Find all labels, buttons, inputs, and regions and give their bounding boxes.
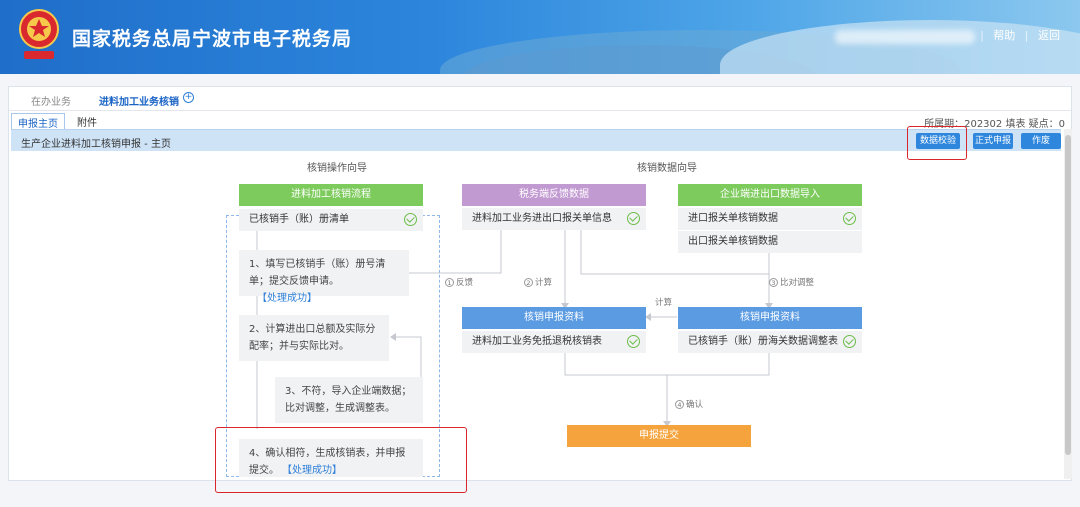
verify-left-row[interactable]: 进料加工业务免抵退税核销表 xyxy=(462,331,646,353)
enterprise-import-header: 企业端进出口数据导入 xyxy=(678,184,862,206)
site-title: 国家税务总局宁波市电子税务局 xyxy=(72,28,353,50)
check-icon xyxy=(404,213,417,226)
check-icon xyxy=(843,212,856,225)
main-panel: 在办业务 进料加工业务核销 + 申报主页 附件 所属期：202302 填表 疑点… xyxy=(8,86,1072,493)
arrow-text: 比对调整 xyxy=(780,278,815,288)
arrow-label-calc2: 计算 xyxy=(655,296,672,308)
check-icon xyxy=(627,335,640,348)
tax-feedback-row[interactable]: 进料加工业务进出口报关单信息 xyxy=(462,208,646,230)
highlight-validate-button xyxy=(907,126,967,160)
step-3[interactable]: 3、不符，导入企业端数据；比对调整，生成调整表。 xyxy=(275,377,423,423)
step-2[interactable]: 2、计算进出口总额及实际分配率；并与实际比对。 xyxy=(239,315,389,361)
list-row-label: 已核销手（账）册清单 xyxy=(249,214,349,225)
step-number: 2 xyxy=(524,278,533,287)
back-link[interactable]: 返回 xyxy=(1038,29,1060,42)
separator: | xyxy=(980,29,984,42)
step-3-text: 3、不符，导入企业端数据；比对调整，生成调整表。 xyxy=(285,386,412,414)
arrow-text: 计算 xyxy=(655,298,673,308)
verify-right-header: 核销申报资料 xyxy=(678,307,862,329)
scrollbar[interactable] xyxy=(1064,129,1072,479)
highlight-step-4 xyxy=(215,427,467,493)
scroll-thumb[interactable] xyxy=(1065,135,1071,455)
export-row-label: 出口报关单核销数据 xyxy=(688,236,778,247)
tax-feedback-label: 进料加工业务进出口报关单信息 xyxy=(472,213,612,224)
verify-left-label: 进料加工业务免抵退税核销表 xyxy=(472,336,602,347)
arrow-text: 计算 xyxy=(535,278,553,288)
step-1[interactable]: 1、填写已核销手（账）册号清单；提交反馈申请。【处理成功】 xyxy=(239,250,409,304)
import-row-label: 进口报关单核销数据 xyxy=(688,213,778,224)
arrow-label-compare: 3 比对调整 xyxy=(769,276,814,288)
submit-box[interactable]: 申报提交 xyxy=(567,425,751,447)
step-1-text: 1、填写已核销手（账）册号清单；提交反馈申请。 xyxy=(249,259,386,287)
user-info-blurred xyxy=(835,30,975,44)
arrow-text: 确认 xyxy=(686,400,704,410)
step-1-status-link[interactable]: 【处理成功】 xyxy=(257,293,317,304)
arrow-label-feedback: 1 反馈 xyxy=(445,276,473,288)
step-2-text: 2、计算进出口总额及实际分配率；并与实际比对。 xyxy=(249,324,376,352)
import-row[interactable]: 进口报关单核销数据 xyxy=(678,208,862,230)
tax-emblem-icon xyxy=(19,9,59,59)
verify-left-header: 核销申报资料 xyxy=(462,307,646,329)
check-icon xyxy=(627,212,640,225)
check-icon xyxy=(843,335,856,348)
step-number: 1 xyxy=(445,278,454,287)
help-link[interactable]: 帮助 xyxy=(993,29,1015,42)
arrow-label-confirm: 4 确认 xyxy=(675,398,703,410)
header-links: | 帮助 | 返回 xyxy=(974,27,1060,43)
arrow-text: 反馈 xyxy=(456,278,474,288)
list-row[interactable]: 已核销手（账）册清单 xyxy=(239,209,423,231)
verify-right-label: 已核销手（账）册海关数据调整表 xyxy=(688,336,838,347)
arrow-label-calc1: 2 计算 xyxy=(524,276,552,288)
verify-right-row[interactable]: 已核销手（账）册海关数据调整表 xyxy=(678,331,862,353)
site-header: 国家税务总局宁波市电子税务局 | 帮助 | 返回 xyxy=(0,0,1080,74)
tax-feedback-header: 税务端反馈数据 xyxy=(462,184,646,206)
export-row[interactable]: 出口报关单核销数据 xyxy=(678,231,862,253)
step-number: 3 xyxy=(769,278,778,287)
step-number: 4 xyxy=(675,400,684,409)
separator: | xyxy=(1024,29,1029,42)
flow-header: 进料加工核销流程 xyxy=(239,184,423,206)
